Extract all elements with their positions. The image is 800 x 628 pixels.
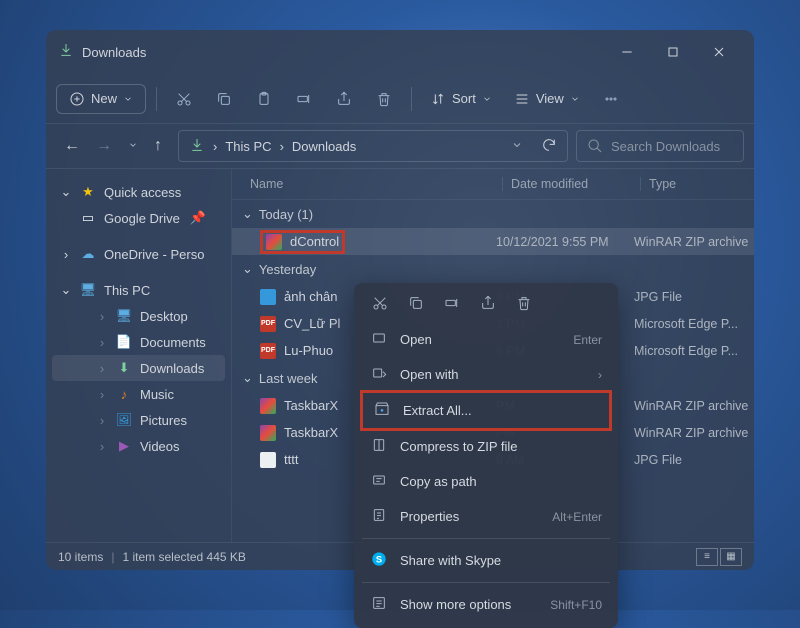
window-title: Downloads [82, 45, 604, 60]
search-box[interactable]: Search Downloads [576, 130, 744, 162]
nav-arrows: ← → ↑ [56, 137, 170, 155]
sidebar-downloads[interactable]: ›⬇Downloads [52, 355, 225, 381]
large-icons-view-icon[interactable]: ▦ [720, 548, 742, 566]
navigation-bar: ← → ↑ › This PC › Downloads Search Downl… [46, 124, 754, 168]
more-icon[interactable] [594, 82, 628, 116]
sidebar-music[interactable]: ›♪Music [52, 381, 225, 407]
ctx-share-icon[interactable] [478, 295, 498, 314]
status-selection: 1 item selected 445 KB [122, 550, 245, 564]
winrar-icon [260, 398, 276, 414]
jpg-icon [260, 289, 276, 305]
sidebar-videos[interactable]: ›▶Videos [52, 433, 225, 459]
pdf-icon: PDF [260, 316, 276, 332]
ctx-open-with[interactable]: Open with› [360, 357, 612, 392]
txt-icon [260, 452, 276, 468]
new-button[interactable]: New [56, 84, 146, 114]
winrar-icon [260, 425, 276, 441]
highlight-extract-all: Extract All... [360, 390, 612, 431]
sidebar-this-pc[interactable]: ⌄🖥This PC [52, 277, 225, 303]
ctx-rename-icon[interactable] [442, 295, 462, 314]
status-item-count: 10 items [58, 550, 103, 564]
column-name[interactable]: Name [250, 177, 502, 191]
details-view-icon[interactable]: ≡ [696, 548, 718, 566]
address-bar[interactable]: › This PC › Downloads [178, 130, 568, 162]
downloads-path-icon [189, 137, 205, 156]
minimize-button[interactable] [604, 36, 650, 68]
column-type[interactable]: Type [640, 177, 736, 191]
group-yesterday[interactable]: ⌄Yesterday [232, 255, 754, 283]
ctx-open[interactable]: OpenEnter [360, 322, 612, 357]
sidebar-desktop[interactable]: ›🖥Desktop [52, 303, 225, 329]
recent-button[interactable] [128, 137, 138, 155]
rename-icon[interactable] [287, 82, 321, 116]
winrar-icon [266, 234, 282, 250]
ctx-skype[interactable]: SShare with Skype [360, 543, 612, 578]
copy-icon[interactable] [207, 82, 241, 116]
ctx-more-options[interactable]: Show more optionsShift+F10 [360, 587, 612, 622]
column-headers: Name Date modified Type [232, 169, 754, 200]
maximize-button[interactable] [650, 36, 696, 68]
ctx-properties[interactable]: PropertiesAlt+Enter [360, 499, 612, 534]
sidebar-documents[interactable]: ›📄Documents [52, 329, 225, 355]
svg-text:S: S [376, 554, 382, 564]
paste-icon[interactable] [247, 82, 281, 116]
highlight-dcontrol: dControl [260, 230, 345, 254]
sidebar-google-drive[interactable]: ▭Google Drive📌 [52, 205, 225, 231]
ctx-copy-path[interactable]: Copy as path [360, 464, 612, 499]
close-button[interactable] [696, 36, 742, 68]
ctx-compress[interactable]: Compress to ZIP file [360, 429, 612, 464]
sort-button[interactable]: Sort [422, 85, 500, 113]
refresh-button[interactable] [541, 137, 557, 156]
path-this-pc[interactable]: This PC [225, 139, 271, 154]
column-date[interactable]: Date modified [502, 177, 640, 191]
search-placeholder: Search Downloads [611, 139, 720, 154]
ctx-cut-icon[interactable] [370, 295, 390, 314]
ctx-extract-all[interactable]: Extract All... [363, 393, 609, 428]
group-today[interactable]: ⌄Today (1) [232, 200, 754, 228]
sidebar: ⌄★Quick access ▭Google Drive📌 ›☁OneDrive… [46, 169, 232, 542]
path-downloads[interactable]: Downloads [292, 139, 356, 154]
cut-icon[interactable] [167, 82, 201, 116]
sidebar-quick-access[interactable]: ⌄★Quick access [52, 179, 225, 205]
path-dropdown-icon[interactable] [511, 139, 523, 154]
ctx-copy-icon[interactable] [406, 295, 426, 314]
sidebar-onedrive[interactable]: ›☁OneDrive - Perso [52, 241, 225, 267]
ctx-delete-icon[interactable] [514, 295, 534, 314]
title-bar: Downloads [46, 30, 754, 74]
toolbar: New Sort View [46, 74, 754, 124]
back-button[interactable]: ← [64, 137, 80, 155]
view-button[interactable]: View [506, 85, 588, 113]
share-icon[interactable] [327, 82, 361, 116]
pdf-icon: PDF [260, 343, 276, 359]
context-menu-quick-actions [360, 289, 612, 322]
delete-icon[interactable] [367, 82, 401, 116]
sidebar-pictures[interactable]: ›🖼Pictures [52, 407, 225, 433]
context-menu: OpenEnter Open with› Extract All... Comp… [354, 283, 618, 628]
downloads-icon [58, 42, 74, 63]
forward-button[interactable]: → [96, 137, 112, 155]
file-row-dcontrol[interactable]: dControl 10/12/2021 9:55 PM WinRAR ZIP a… [232, 228, 754, 255]
up-button[interactable]: ↑ [154, 137, 162, 155]
